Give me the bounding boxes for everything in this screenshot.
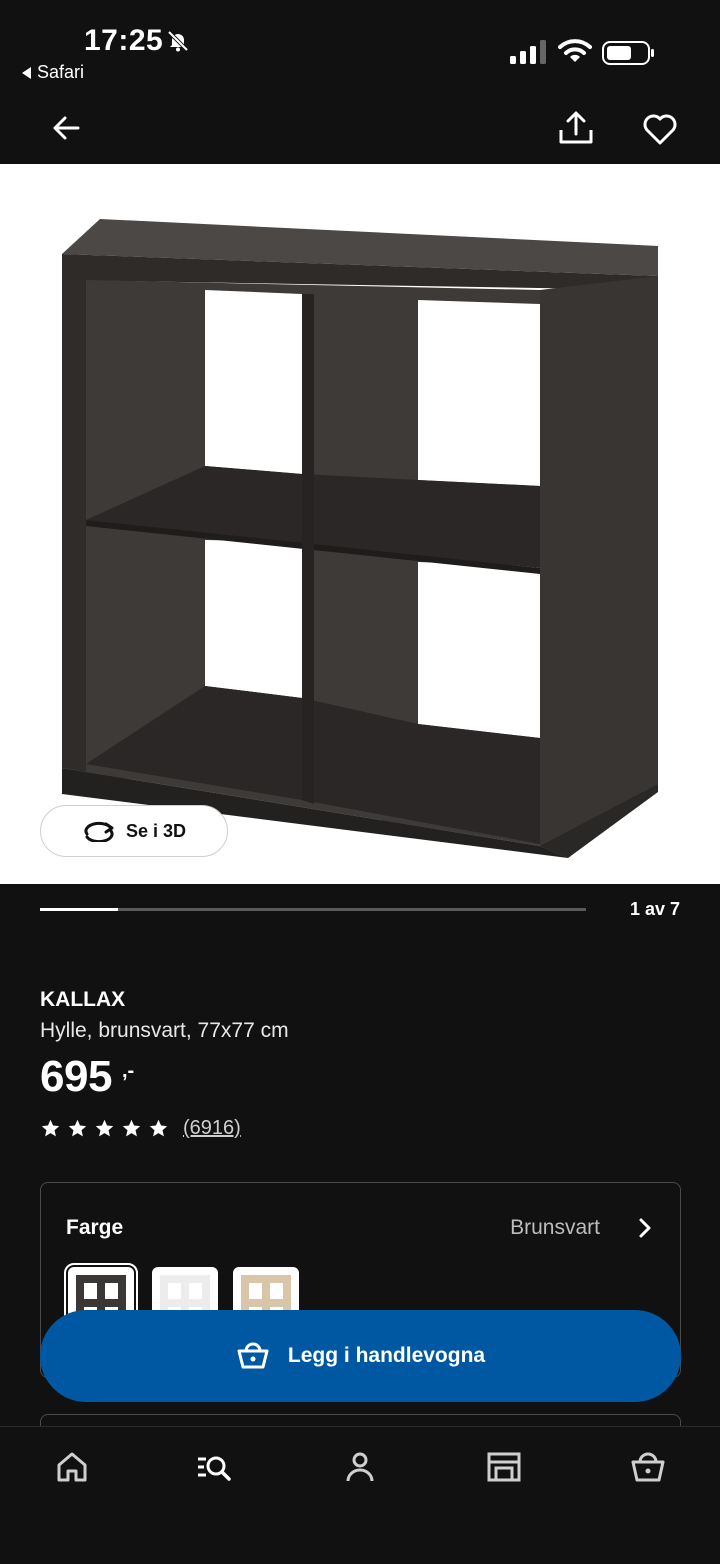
add-to-cart-button[interactable]: Legg i handlevogna bbox=[40, 1310, 681, 1402]
share-icon[interactable] bbox=[556, 108, 596, 148]
cart-icon bbox=[237, 1342, 269, 1369]
product-image[interactable]: Se i 3D bbox=[0, 164, 720, 884]
star-icon bbox=[95, 1119, 114, 1137]
see-in-3d-button[interactable]: Se i 3D bbox=[40, 805, 228, 857]
star-icon bbox=[68, 1119, 87, 1137]
color-label: Farge bbox=[66, 1216, 124, 1239]
chevron-right-icon bbox=[639, 1218, 651, 1238]
product-description: Hylle, brunsvart, 77x77 cm bbox=[40, 1019, 289, 1042]
bottom-tab-bar bbox=[0, 1426, 720, 1564]
arrow-left-icon[interactable] bbox=[50, 112, 82, 144]
gallery-progress-fill bbox=[40, 908, 118, 911]
price-suffix: ,- bbox=[122, 1060, 135, 1082]
status-time: 17:25 bbox=[84, 24, 164, 57]
color-selected-value: Brunsvart bbox=[510, 1216, 600, 1239]
silent-bell-icon bbox=[167, 30, 189, 52]
gallery-counter: 1 av 7 bbox=[629, 899, 680, 919]
back-to-app-link[interactable]: Safari bbox=[22, 62, 84, 83]
star-icon bbox=[122, 1119, 141, 1137]
store-icon[interactable] bbox=[486, 1449, 522, 1485]
wifi-icon bbox=[558, 39, 592, 62]
heart-icon[interactable] bbox=[642, 112, 678, 146]
review-count-link[interactable]: (6916) bbox=[183, 1117, 241, 1140]
top-navigation bbox=[0, 92, 720, 164]
back-triangle-icon bbox=[22, 66, 31, 79]
star-icon bbox=[149, 1119, 168, 1137]
product-price: 695 bbox=[40, 1052, 112, 1101]
gallery-progress-bar bbox=[40, 908, 586, 911]
product-name: KALLAX bbox=[40, 988, 126, 1011]
back-app-label: Safari bbox=[37, 62, 85, 82]
cellular-signal-icon bbox=[510, 40, 546, 64]
see-in-3d-label: Se i 3D bbox=[125, 820, 187, 841]
home-icon[interactable] bbox=[54, 1449, 90, 1485]
kallax-shelf-illustration bbox=[62, 219, 658, 858]
battery-icon bbox=[602, 41, 654, 65]
cart-icon[interactable] bbox=[630, 1449, 666, 1485]
search-icon[interactable] bbox=[196, 1449, 232, 1485]
add-to-cart-label: Legg i handlevogna bbox=[287, 1344, 486, 1367]
rotate-3d-icon bbox=[84, 821, 114, 842]
star-icon bbox=[41, 1119, 60, 1137]
profile-icon[interactable] bbox=[342, 1449, 378, 1485]
product-rating[interactable]: (6916) bbox=[40, 1117, 241, 1140]
status-bar: 17:25 Safari bbox=[0, 0, 720, 92]
